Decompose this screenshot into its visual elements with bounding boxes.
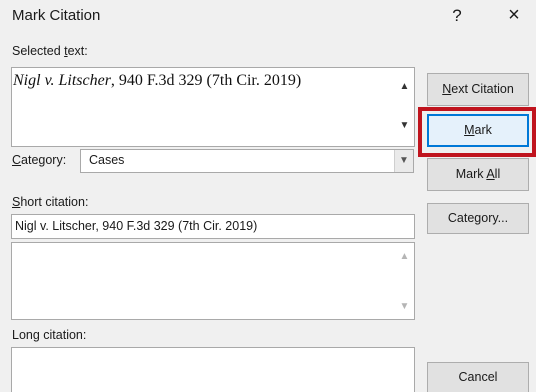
down-arrow-icon[interactable]: ▼ <box>395 119 414 133</box>
up-arrow-icon[interactable]: ▲ <box>395 80 414 94</box>
dialog-title: Mark Citation <box>12 7 101 24</box>
chevron-down-icon[interactable]: ▼ <box>394 150 413 172</box>
down-arrow-icon[interactable]: ▼ <box>395 300 414 314</box>
category-button[interactable]: Category... <box>427 203 529 234</box>
long-citation-input[interactable] <box>11 347 415 392</box>
selected-text-label-prefix: Selected <box>12 44 65 58</box>
close-button[interactable]: × <box>503 4 525 27</box>
category-label: Category: <box>12 153 66 167</box>
next-suffix: ext Citation <box>451 82 514 96</box>
short-citation-list[interactable] <box>11 242 415 320</box>
category-label-suffix: ategory: <box>21 153 67 167</box>
short-citation-value: Nigl v. Litscher, 940 F.3d 329 (7th Cir.… <box>15 219 258 233</box>
case-name: Nigl v. Litscher <box>13 72 111 89</box>
markall-suffix: ll <box>494 167 501 181</box>
up-arrow-icon[interactable]: ▲ <box>395 250 414 264</box>
citation-rest: , 940 F.3d 329 (7th Cir. 2019) <box>110 72 302 89</box>
markall-accel: A <box>486 167 495 181</box>
next-citation-button[interactable]: Next Citation <box>427 73 529 106</box>
selected-text-label-suffix: ext: <box>67 44 88 58</box>
mark-button-highlight <box>418 107 536 157</box>
mark-all-button[interactable]: Mark All <box>427 158 529 191</box>
category-label-accel: C <box>12 153 22 167</box>
next-accel: N <box>442 82 452 96</box>
category-selected-value: Cases <box>89 153 125 167</box>
short-citation-label-suffix: hort citation: <box>20 195 89 209</box>
selected-text-label: Selected text: <box>12 44 88 58</box>
markall-prefix: Mark <box>455 167 487 181</box>
selected-text-value: Nigl v. Litscher, 940 F.3d 329 (7th Cir.… <box>13 72 301 90</box>
category-btn-prefix: Cate <box>447 211 475 225</box>
category-dropdown[interactable] <box>80 149 414 173</box>
help-button[interactable]: ? <box>448 6 466 26</box>
short-citation-label: Short citation: <box>12 195 88 209</box>
cancel-button[interactable]: Cancel <box>427 362 529 392</box>
long-citation-label: Long citation: <box>12 328 87 342</box>
category-btn-suffix: ory... <box>481 211 509 225</box>
